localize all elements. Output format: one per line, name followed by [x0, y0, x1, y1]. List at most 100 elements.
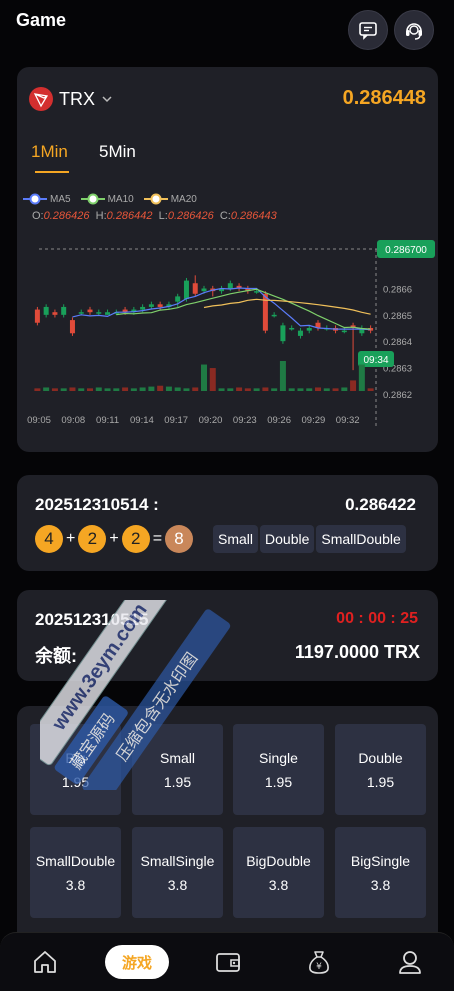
candle-body [105, 312, 111, 315]
volume-bar [271, 388, 278, 391]
nav-wallet[interactable] [213, 947, 243, 977]
y-tick-label: 0.2866 [383, 285, 412, 296]
x-tick-label: 09:26 [267, 415, 291, 426]
result-ball: 2 [78, 525, 107, 553]
volume-bar [209, 368, 216, 391]
coin-selector[interactable]: TRX [29, 87, 113, 111]
bet-option-big[interactable]: Big 1.95 [30, 724, 121, 815]
bet-option-big-double[interactable]: BigDouble 3.8 [233, 827, 324, 918]
support-icon [406, 23, 422, 40]
bet-option-double[interactable]: Double 1.95 [335, 724, 426, 815]
candle-body [157, 304, 163, 307]
nav-game[interactable]: 游戏 [105, 945, 169, 979]
volume-bar [69, 387, 76, 391]
ohlc-open: 0.286426 [43, 210, 90, 222]
x-tick-label: 09:08 [61, 415, 85, 426]
candle-body [280, 325, 286, 342]
candle-body [183, 280, 189, 300]
volume-bar [95, 387, 102, 391]
current-price: 0.286448 [342, 87, 426, 109]
bet-option-name: SmallDouble [35, 852, 116, 869]
tab-5min[interactable]: 5Min [99, 142, 136, 162]
candle-body [43, 306, 49, 315]
candle-body [201, 288, 207, 292]
balance-value: 1197.0000 TRX [294, 642, 420, 662]
candle-body [262, 293, 268, 331]
candle-body [227, 283, 233, 289]
volume-bar [306, 388, 313, 391]
candle-body [289, 328, 295, 330]
volume-bar [262, 387, 269, 391]
volume-bar [174, 387, 181, 391]
candle-body [297, 330, 303, 336]
bet-option-odds: 3.8 [370, 876, 391, 893]
volume-bar [288, 388, 295, 391]
top-header: Game [0, 0, 454, 56]
legend-ma10: MA10 [80, 193, 134, 205]
nav-home[interactable] [30, 947, 60, 977]
bet-option-name: Double [358, 749, 403, 766]
candle-body [254, 291, 260, 293]
bet-option-odds: 1.95 [61, 773, 90, 790]
legend-ma20: MA20 [143, 193, 197, 205]
volume-bar [297, 388, 304, 391]
x-tick-label: 09:14 [130, 415, 154, 426]
home-icon [34, 951, 56, 973]
plus-sign: + [66, 530, 76, 547]
bet-option-big-single[interactable]: BigSingle 3.8 [335, 827, 426, 918]
volume-bar [34, 388, 41, 391]
volume-bar [78, 388, 85, 391]
volume-bar [218, 388, 225, 391]
tab-1min[interactable]: 1Min [31, 142, 68, 162]
volume-bar [51, 388, 58, 391]
result-balls: 4 + 2 + 2 = 8 [35, 525, 194, 553]
nav-profile[interactable] [395, 947, 425, 977]
bet-option-small-single[interactable]: SmallSingle 3.8 [132, 827, 223, 918]
candle-body [96, 312, 102, 314]
candle-body [271, 314, 277, 317]
ohlc-close: 0.286443 [230, 210, 277, 222]
candlestick-chart[interactable]: 0.2867000.28660.28650.28640.28630.286209… [17, 227, 438, 447]
volume-bar [341, 387, 348, 391]
volume-bar [104, 388, 111, 391]
candle-body [61, 306, 67, 315]
bet-option-name: SmallSingle [140, 852, 215, 869]
candle-body [34, 309, 40, 323]
bet-option-single[interactable]: Single 1.95 [233, 724, 324, 815]
candle-body [192, 283, 198, 294]
volume-bar [148, 386, 155, 391]
y-tick-label: 0.2865 [383, 311, 412, 322]
wallet-icon [216, 953, 240, 972]
x-tick-label: 09:20 [199, 415, 223, 426]
message-icon [359, 22, 377, 40]
bet-option-small-double[interactable]: SmallDouble 3.8 [30, 827, 121, 918]
x-tick-label: 09:23 [233, 415, 257, 426]
result-sum-ball: 8 [165, 525, 194, 553]
volume-bar [60, 388, 67, 391]
result-ball: 2 [121, 525, 150, 553]
candle-body [69, 320, 75, 334]
volume-bar [139, 387, 146, 391]
bottom-nav: 游戏 ¥ [0, 932, 454, 991]
bet-option-name: BigSingle [350, 852, 411, 869]
bet-options-card: Big 1.95 Small 1.95 Single 1.95 Double 1… [17, 706, 438, 946]
x-tick-label: 09:17 [164, 415, 188, 426]
svg-text:¥: ¥ [316, 962, 322, 972]
x-tick-label: 09:32 [336, 415, 360, 426]
volume-bar [165, 386, 172, 391]
ohlc-low: 0.286426 [167, 210, 214, 222]
x-tick-label: 09:05 [27, 415, 51, 426]
y-tick-label: 0.2862 [383, 390, 412, 401]
volume-bar [358, 364, 365, 391]
bet-option-small[interactable]: Small 1.95 [132, 724, 223, 815]
volume-bar [87, 388, 93, 391]
nav-finance[interactable]: ¥ [304, 947, 334, 977]
volume-bar [244, 388, 251, 391]
support-button[interactable] [394, 10, 434, 50]
ohlc-high: 0.286442 [106, 210, 153, 222]
bet-option-odds: 1.95 [264, 773, 293, 790]
ma20-marker-icon [143, 193, 168, 205]
current-round-card: 202512310515 00 : 00 : 25 余额: 1197.0000 … [17, 590, 438, 681]
message-button[interactable] [348, 10, 388, 50]
y-tick-label: 0.2864 [383, 337, 412, 348]
